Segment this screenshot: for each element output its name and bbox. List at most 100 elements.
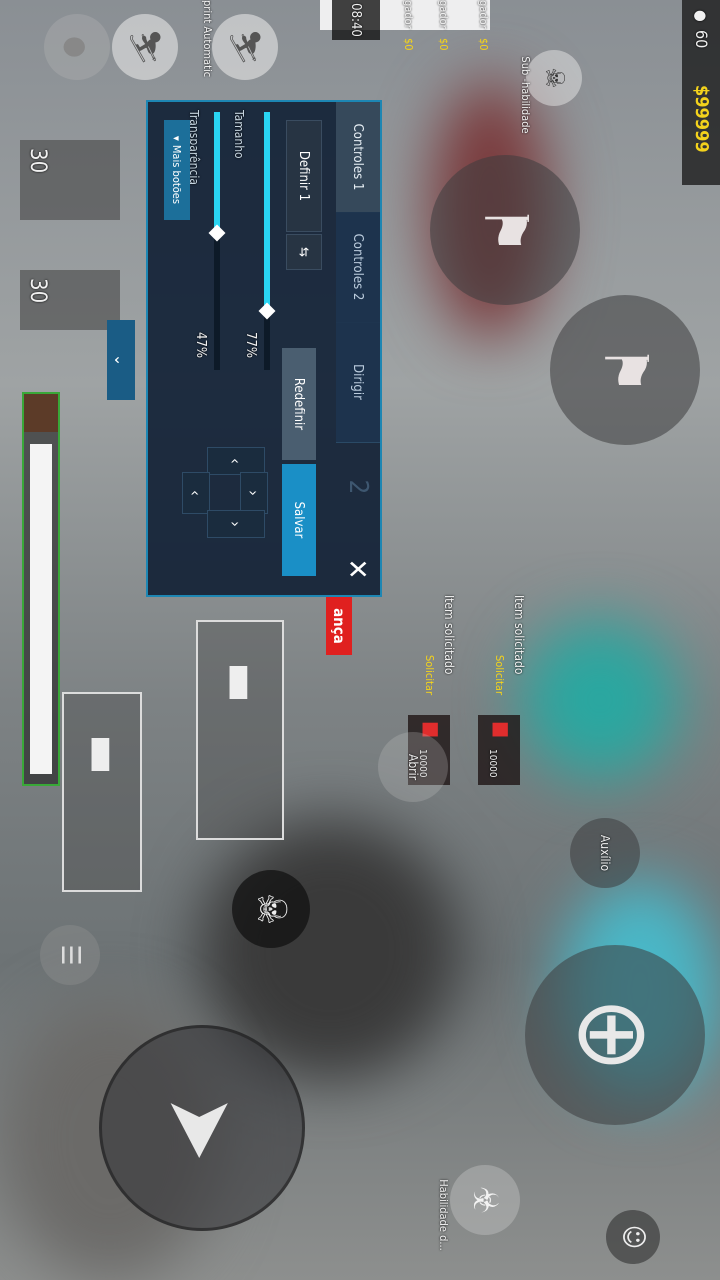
health-bar: [22, 392, 60, 786]
more-buttons-toggle[interactable]: ▾ Mais botões: [164, 120, 190, 220]
crouch-icon: ⚑: [470, 205, 540, 255]
skull-crossbones-icon: ☠: [248, 892, 294, 926]
define-1-label: Definir 1: [296, 150, 312, 202]
save-label: Salvar: [291, 501, 307, 539]
swap-icon: ⇆: [296, 247, 312, 257]
open-button[interactable]: Abrir: [378, 732, 448, 802]
collapse-tab[interactable]: ⌄: [107, 320, 135, 400]
weapon-slot-2[interactable]: ▬: [62, 692, 142, 892]
bullet-icon: ➤: [149, 1094, 255, 1162]
tab-controles-1[interactable]: Controles 1: [336, 102, 380, 213]
player-1-label: gador: [477, 0, 490, 29]
crouch-button[interactable]: ⚑: [430, 155, 580, 305]
joystick-button[interactable]: ●: [44, 14, 110, 80]
save-button[interactable]: Salvar: [282, 464, 316, 576]
tab-dirigir[interactable]: Dirigir: [336, 322, 380, 443]
signal-icon: ●: [692, 10, 710, 22]
size-slider-handle[interactable]: [258, 302, 276, 320]
ammo-count-2: 30: [25, 278, 50, 304]
close-button[interactable]: ✕: [336, 547, 380, 591]
sprint-label: print Automatic: [201, 0, 214, 78]
controls-panel: Controles 1 Controles 2 Dirigir 2 ✕ Defi…: [146, 100, 382, 597]
swap-button[interactable]: ⇆: [286, 234, 322, 270]
more-buttons-label: Mais botões: [170, 144, 184, 205]
request-1-item: ■ 10000: [478, 715, 520, 785]
character-icon: ■: [490, 721, 514, 739]
triangle-down-icon: ▾: [170, 135, 184, 141]
player-row-2: gador $0: [420, 0, 450, 60]
fire-button[interactable]: ➤: [99, 1025, 305, 1231]
request-1-action[interactable]: Solicitar: [493, 655, 506, 695]
joystick-icon: ●: [60, 36, 94, 58]
running-icon: ⛷: [227, 27, 263, 67]
ammo-icon: ☰: [55, 944, 85, 966]
open-label: Abrir: [406, 753, 420, 781]
grenade-skull-button[interactable]: ☠: [232, 870, 310, 948]
landscape-hud: ● 60 $99999 gador $0 gador $0 gador $0 0…: [0, 0, 720, 1280]
close-icon: ✕: [341, 558, 375, 580]
biohazard-icon: ☣: [465, 1186, 505, 1214]
size-label: Tamanho: [232, 110, 246, 159]
aim-button[interactable]: ⊕: [525, 945, 705, 1125]
chevron-down-icon: ⌄: [111, 353, 131, 367]
player-3-label: gador: [402, 0, 415, 29]
help-button[interactable]: Auxílio: [570, 818, 640, 888]
arrow-right-button[interactable]: ›: [240, 472, 268, 514]
request-1-price: 10000: [487, 749, 498, 778]
rifle-icon: ▬: [214, 662, 270, 703]
request-1: Item solicitado Solicitar ■ 10000: [475, 595, 530, 815]
reset-button[interactable]: Redefinir: [282, 348, 316, 460]
match-timer: 08:40: [348, 3, 364, 37]
arrow-up-button[interactable]: ‹: [207, 447, 265, 475]
ghost-digit: 2: [343, 479, 373, 495]
player-row-1: gador $0: [460, 0, 490, 60]
request-2-action[interactable]: Solicitar: [423, 655, 436, 695]
size-value: 77%: [243, 332, 258, 358]
player-row-3: gador $0: [385, 0, 415, 60]
player-2-label: gador: [437, 0, 450, 29]
timer-box: 08:40: [332, 0, 380, 40]
size-slider-fill: [264, 112, 270, 311]
rifle-icon: ▬: [76, 734, 132, 775]
reload-button[interactable]: ☰: [40, 925, 100, 985]
prone-button[interactable]: ⚑: [550, 295, 700, 445]
request-1-title: Item solicitado: [512, 595, 526, 675]
player-1-money: $0: [477, 38, 490, 51]
transparency-slider[interactable]: [208, 112, 226, 370]
arrow-left-button[interactable]: ‹: [182, 472, 210, 514]
arrow-down-button[interactable]: ›: [207, 510, 265, 538]
player-3-money: $0: [402, 38, 415, 51]
money-counter: $99999: [691, 85, 712, 153]
transparency-slider-handle[interactable]: [208, 224, 226, 242]
skill-label: Habilidade d...: [437, 1179, 450, 1251]
help-label: Auxílio: [598, 834, 612, 872]
auto-sprint-button[interactable]: ⛷: [112, 14, 178, 80]
tab-controles-2[interactable]: Controles 2: [336, 212, 380, 323]
smiley-icon: ☺: [618, 1224, 648, 1250]
size-label-box: Tamanho: [231, 110, 250, 170]
emote-button[interactable]: ☺: [606, 1210, 660, 1264]
status-bar: ● 60 $99999: [682, 0, 720, 185]
ammo-slot-2[interactable]: 30: [20, 270, 120, 330]
sub-skill-label: Sub -habilidade: [519, 56, 532, 134]
sprint-button[interactable]: ⛷: [212, 14, 278, 80]
crosshair-icon: ⊕: [556, 997, 674, 1073]
transparency-slider-fill: [214, 112, 220, 234]
weapon-slot-1[interactable]: ▬: [196, 620, 284, 840]
request-2-title: Item solicitado: [442, 595, 456, 675]
signal-value: 60: [692, 30, 711, 49]
sub-skill-button[interactable]: ☠: [526, 50, 582, 106]
skull-icon: ☠: [539, 67, 569, 89]
transparency-value: 47%: [193, 332, 208, 358]
size-slider[interactable]: [258, 112, 276, 370]
chevron-right-icon: ›: [244, 490, 264, 496]
define-1-button[interactable]: Definir 1: [286, 120, 322, 232]
skill-button[interactable]: ☣: [450, 1165, 520, 1235]
alert-badge: ança: [326, 597, 352, 655]
ammo-slot-1[interactable]: 30: [20, 140, 120, 220]
running-icon: ⛷: [127, 27, 163, 67]
reset-label: Redefinir: [291, 377, 307, 431]
chevron-up-icon: ‹: [226, 458, 246, 464]
chevron-left-icon: ‹: [186, 490, 206, 496]
ammo-count-1: 30: [25, 148, 50, 174]
